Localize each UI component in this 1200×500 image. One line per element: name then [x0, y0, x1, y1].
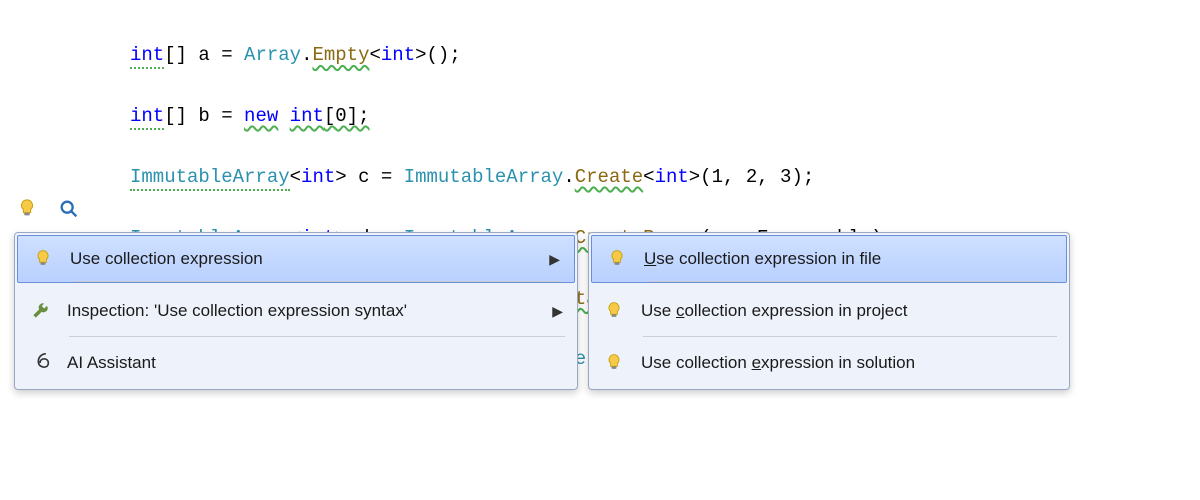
gutter-actions [16, 198, 80, 220]
menu-item-ai-assistant[interactable]: AI Assistant [15, 337, 577, 389]
submenu-item-in-project[interactable]: Use collection expression in project [589, 285, 1069, 337]
spiral-icon [29, 352, 51, 374]
lightbulb-icon[interactable] [16, 198, 38, 220]
lightbulb-icon [606, 248, 628, 270]
submenu-item-in-file[interactable]: Use collection expression in file [591, 235, 1067, 283]
menu-item-label: Use collection expression [70, 249, 263, 269]
lightbulb-icon [603, 300, 625, 322]
submenu-item-label: Use collection expression in solution [641, 353, 915, 373]
menu-item-label: Inspection: 'Use collection expression s… [67, 301, 407, 321]
menu-item-inspection[interactable]: Inspection: 'Use collection expression s… [15, 285, 577, 337]
quickfix-submenu: Use collection expression in file Use co… [588, 232, 1070, 390]
code-line: ImmutableArray<int> c = ImmutableArray.C… [130, 162, 1200, 192]
submenu-item-in-solution[interactable]: Use collection expression in solution [589, 337, 1069, 389]
menu-item-use-collection-expression[interactable]: Use collection expression ▶ [17, 235, 575, 283]
wrench-icon [29, 300, 51, 322]
code-line: int[] b = new int[0]; [130, 101, 1200, 131]
lightbulb-icon [603, 352, 625, 374]
submenu-item-label: Use collection expression in project [641, 301, 907, 321]
search-icon[interactable] [58, 198, 80, 220]
menu-item-label: AI Assistant [67, 353, 156, 373]
code-line: int[] a = Array.Empty<int>(); [130, 40, 1200, 70]
chevron-right-icon: ▶ [549, 251, 560, 268]
quickfix-menu: Use collection expression ▶ Inspection: … [14, 232, 578, 390]
chevron-right-icon: ▶ [552, 303, 563, 320]
submenu-item-label: Use collection expression in file [644, 249, 881, 269]
lightbulb-icon [32, 248, 54, 270]
